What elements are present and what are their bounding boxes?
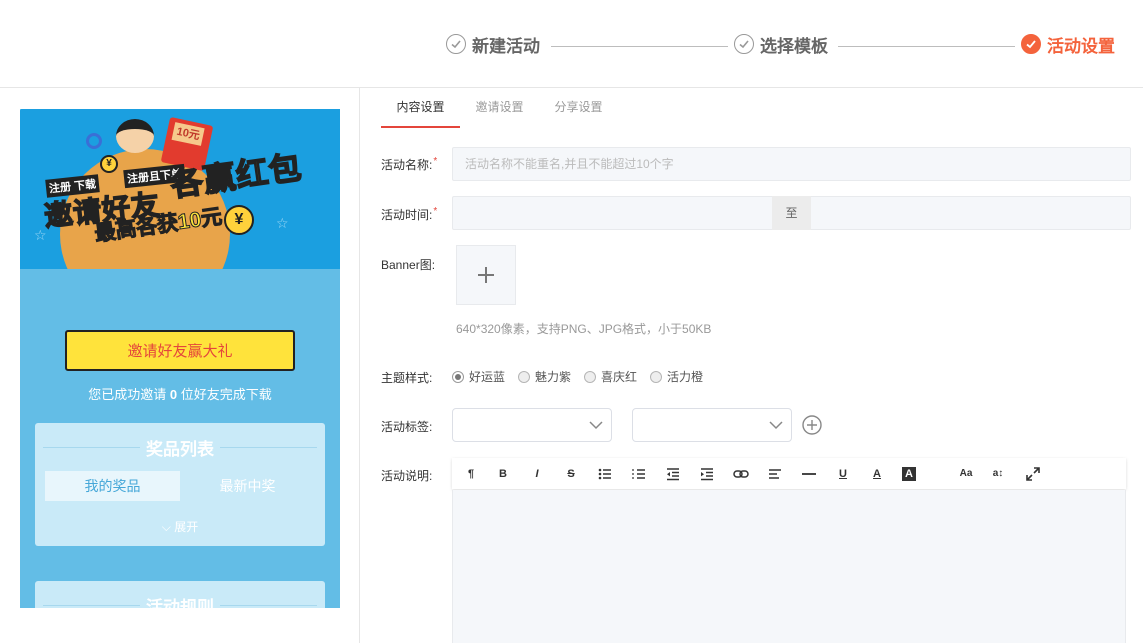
star-icon: ☆ — [276, 215, 289, 231]
theme-radio-purple[interactable]: 魅力紫 — [518, 368, 571, 385]
radio-icon — [584, 370, 597, 383]
activity-time-label: 活动时间:* — [381, 206, 438, 222]
font-color-icon[interactable]: A — [868, 465, 886, 483]
outdent-icon[interactable] — [664, 465, 682, 483]
background-color-icon[interactable]: A — [902, 467, 916, 481]
chevron-down-icon — [769, 421, 783, 430]
tab-content-settings[interactable]: 内容设置 — [381, 88, 460, 128]
tag-select-2[interactable] — [632, 408, 792, 442]
settings-tabs: 内容设置 邀请设置 分享设置 — [381, 88, 618, 128]
line-height-icon[interactable]: a↕ — [988, 465, 1008, 483]
radio-icon — [518, 370, 531, 383]
banner-image: 10元 ¥ 注册 下载 注册且下单 各赢红包 邀请好友 最高各获10元 ¥ ☆ … — [20, 109, 340, 269]
radio-icon — [650, 370, 663, 383]
fullscreen-icon[interactable] — [1024, 465, 1042, 483]
theme-radio-red[interactable]: 喜庆红 — [584, 368, 637, 385]
chevron-down-icon — [589, 421, 603, 430]
mobile-preview-pane: 10元 ¥ 注册 下载 注册且下单 各赢红包 邀请好友 最高各获10元 ¥ ☆ … — [0, 88, 360, 643]
link-icon[interactable] — [732, 465, 750, 483]
rules-title: 活动规则 — [35, 593, 325, 608]
activity-name-label: 活动名称:* — [381, 156, 438, 172]
paragraph-icon[interactable]: ¶ — [462, 465, 480, 483]
coin-icon: ¥ — [224, 205, 254, 235]
tab-invite-settings[interactable]: 邀请设置 — [460, 88, 539, 128]
italic-icon[interactable]: I — [528, 465, 546, 483]
invite-status-text: 您已成功邀请 0 位好友完成下载 — [88, 387, 272, 402]
description-label: 活动说明: — [381, 469, 433, 483]
rules-card: 活动规则 — [35, 581, 325, 608]
horizontal-rule-icon[interactable] — [800, 465, 818, 483]
check-circle-icon — [446, 34, 466, 54]
step-label: 新建活动 — [472, 36, 540, 56]
date-range-separator: 至 — [772, 196, 811, 230]
step-label: 活动设置 — [1047, 36, 1115, 56]
align-left-icon[interactable] — [766, 465, 784, 483]
step-connector — [838, 46, 1015, 47]
radio-icon — [452, 370, 464, 383]
tag-label: 活动标签: — [381, 420, 433, 434]
activity-name-input[interactable]: 活动名称不能重名,并且不能超过10个字 — [452, 147, 1131, 181]
theme-radio-blue[interactable]: 好运蓝 — [452, 368, 505, 385]
activity-settings-page: 新建活动 选择模板 活动设置 10元 ¥ 注册 下载 注册且下单 各赢红包 邀请… — [0, 0, 1143, 643]
coin-icon: ¥ — [100, 155, 118, 173]
bullet-list-icon[interactable] — [596, 465, 614, 483]
bold-icon[interactable]: B — [494, 465, 512, 483]
tag-select-1[interactable] — [452, 408, 612, 442]
cartoon-character — [116, 119, 154, 153]
step-connector — [551, 46, 728, 47]
banner-upload-button[interactable] — [456, 245, 516, 305]
font-size-icon[interactable]: Aa — [954, 465, 978, 483]
check-circle-icon — [734, 34, 754, 54]
add-circle-icon[interactable] — [802, 415, 822, 435]
plus-icon — [478, 267, 494, 283]
banner-upload-hint: 640*320像素，支持PNG、JPG格式，小于50KB — [456, 322, 712, 336]
tab-my-prizes[interactable]: 我的奖品 — [45, 471, 180, 501]
tab-latest-winners[interactable]: 最新中奖 — [180, 471, 315, 501]
theme-label: 主题样式: — [381, 371, 433, 385]
chevron-down-icon: ⌵ — [161, 520, 171, 534]
ordered-list-icon[interactable] — [630, 465, 648, 483]
editor-toolbar: ¶ B I S U A A Aa a↕ — [452, 458, 1126, 489]
theme-radio-group: 好运蓝 魅力紫 喜庆红 活力橙 — [452, 368, 716, 385]
step-select-template: 选择模板 — [734, 31, 828, 57]
underline-icon[interactable]: U — [834, 465, 852, 483]
check-circle-icon — [1021, 34, 1041, 54]
strikethrough-icon[interactable]: S — [562, 465, 580, 483]
step-activity-settings: 活动设置 — [1021, 31, 1115, 57]
indent-icon[interactable] — [698, 465, 716, 483]
prize-list-card: 奖品列表 我的奖品 最新中奖 ⌵ 展开 — [35, 423, 325, 546]
theme-radio-orange[interactable]: 活力橙 — [650, 368, 703, 385]
required-mark: * — [433, 206, 438, 217]
required-mark: * — [433, 156, 438, 167]
phone-preview: 10元 ¥ 注册 下载 注册且下单 各赢红包 邀请好友 最高各获10元 ¥ ☆ … — [20, 109, 340, 608]
banner-label: Banner图: — [381, 258, 436, 272]
expand-button[interactable]: ⌵ 展开 — [35, 518, 325, 535]
invite-friends-button[interactable]: 邀请好友赢大礼 — [65, 330, 295, 371]
star-icon: ☆ — [34, 227, 47, 243]
description-editor[interactable] — [452, 490, 1126, 643]
step-label: 选择模板 — [760, 36, 828, 56]
banner-stripe — [20, 109, 44, 115]
step-progress-bar: 新建活动 选择模板 活动设置 — [0, 0, 1143, 88]
prize-list-title: 奖品列表 — [35, 435, 325, 460]
tab-share-settings[interactable]: 分享设置 — [539, 88, 618, 128]
banner-ring — [86, 133, 102, 149]
step-new-activity: 新建活动 — [446, 31, 540, 57]
